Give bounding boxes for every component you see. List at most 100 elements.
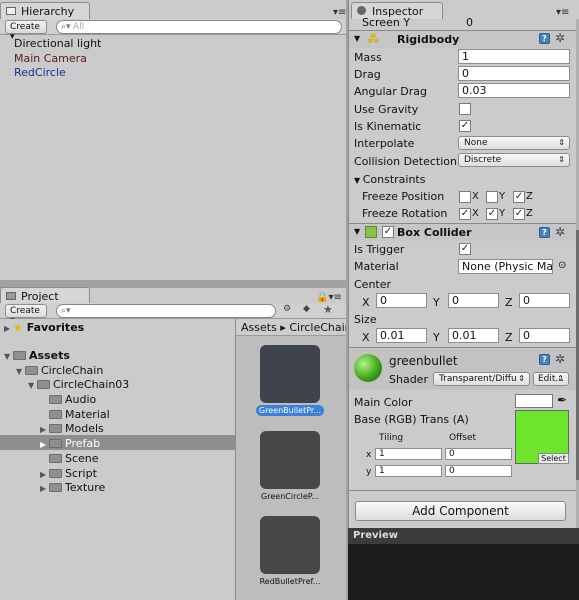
prefab-thumbnail-greencircle[interactable] [260, 431, 320, 489]
project-search-input[interactable]: ⌕▾ [56, 304, 276, 318]
gear-icon[interactable]: ✲ [555, 352, 565, 366]
interpolate-dropdown[interactable]: None [458, 136, 570, 150]
folder-icon [49, 469, 62, 478]
is-trigger-label: Is Trigger [354, 243, 405, 256]
lock-icon[interactable]: 🔒▾≡ [316, 292, 342, 303]
tree-item-circlechain[interactable]: ▼ CircleChain [16, 363, 103, 378]
size-x-field[interactable]: 0.01 [376, 328, 427, 343]
angular-drag-label: Angular Drag [354, 85, 427, 98]
filter-by-label-icon[interactable]: ◆ [303, 304, 317, 318]
center-y-field[interactable]: 0 [448, 293, 499, 308]
offset-x-field[interactable]: 0 [445, 448, 512, 460]
star-icon: ★ [13, 321, 23, 334]
box-collider-enabled-checkbox[interactable]: ✓ [382, 226, 394, 238]
tree-item-assets[interactable]: ▼ Assets [4, 348, 70, 363]
drag-field[interactable]: 0 [458, 66, 570, 81]
collision-detection-label: Collision Detection [354, 155, 458, 168]
foldout-arrow-icon[interactable]: ▼ [354, 34, 360, 43]
foldout-arrow-icon[interactable]: ▼ [354, 227, 360, 236]
freeze-position-y-checkbox[interactable] [486, 191, 498, 203]
texture-select-button[interactable]: Select [538, 453, 569, 464]
folder-icon [49, 395, 62, 404]
panel-menu-icon[interactable]: ▾≡ [556, 7, 569, 18]
hierarchy-item-main-camera[interactable]: Main Camera [14, 52, 87, 65]
tree-item-material[interactable]: Material [40, 407, 110, 422]
center-z-field[interactable]: 0 [519, 293, 570, 308]
screen-y-label: Screen Y [362, 16, 411, 29]
tree-item-favorites[interactable]: ▶ ★ Favorites [4, 320, 84, 335]
info-icon [357, 6, 366, 15]
is-kinematic-label: Is Kinematic [354, 120, 422, 133]
gear-icon[interactable]: ✲ [555, 225, 565, 239]
asset-label-greenbullet[interactable]: GreenBulletPr... [256, 405, 324, 416]
center-x-field[interactable]: 0 [376, 293, 427, 308]
freeze-rotation-y-checkbox[interactable]: ✓ [486, 208, 498, 220]
tree-item-audio[interactable]: Audio [40, 392, 96, 407]
freeze-position-x-checkbox[interactable] [459, 191, 471, 203]
folder-icon [49, 424, 62, 433]
help-icon[interactable]: ? [539, 354, 550, 365]
tiling-y-field[interactable]: 1 [375, 465, 442, 477]
panel-menu-icon[interactable]: ▾≡ [333, 7, 346, 18]
tiling-x-field[interactable]: 1 [375, 448, 442, 460]
tab-project[interactable]: Project [0, 287, 90, 304]
preview-area [348, 544, 579, 600]
is-kinematic-checkbox[interactable]: ✓ [459, 120, 471, 132]
offset-y-field[interactable]: 0 [445, 465, 512, 477]
help-icon[interactable]: ? [539, 33, 550, 44]
shader-label: Shader [389, 373, 428, 386]
size-y-field[interactable]: 0.01 [448, 328, 499, 343]
help-icon[interactable]: ? [539, 227, 550, 238]
add-component-button[interactable]: Add Component [355, 501, 566, 521]
folder-icon [49, 483, 62, 492]
tiling-label: Tiling [379, 433, 404, 443]
material-sphere-icon [354, 354, 382, 382]
is-trigger-checkbox[interactable]: ✓ [459, 243, 471, 255]
breadcrumb: Assets ▸ CircleChain [236, 319, 346, 336]
collision-detection-dropdown[interactable]: Discrete [458, 153, 570, 167]
hierarchy-item-directional-light[interactable]: Directional light [14, 37, 101, 50]
object-picker-icon[interactable]: ⊙ [558, 260, 566, 271]
tree-item-circlechain03[interactable]: ▼ CircleChain03 [28, 377, 129, 392]
freeze-rotation-label: Freeze Rotation [362, 207, 448, 220]
physic-material-field[interactable]: None (Physic Mate [458, 259, 553, 274]
project-create-button[interactable]: Create ▾ [5, 304, 47, 326]
eyedropper-icon[interactable]: ✒ [557, 393, 567, 407]
asset-label-greencircle[interactable]: GreenCircleP... [256, 492, 324, 501]
tab-hierarchy[interactable]: Hierarchy [0, 2, 90, 19]
tree-item-models[interactable]: ▶ Models [40, 421, 104, 436]
project-icon [6, 292, 16, 300]
breadcrumb-circlechain[interactable]: CircleChain [289, 321, 346, 334]
tree-item-scene[interactable]: Scene [40, 451, 99, 466]
hierarchy-create-button[interactable]: Create ▾ [5, 20, 47, 42]
constraints-foldout[interactable]: ▼ Constraints [354, 173, 425, 186]
hierarchy-item-redcircle[interactable]: RedCircle [14, 66, 66, 79]
preview-header[interactable]: Preview [348, 528, 579, 544]
tree-item-texture[interactable]: ▶ Texture [40, 480, 105, 495]
freeze-position-z-checkbox[interactable]: ✓ [513, 191, 525, 203]
tree-item-prefab[interactable]: ▶ Prefab [40, 436, 100, 451]
edit-shader-button[interactable]: Edit... [533, 372, 569, 386]
freeze-rotation-z-checkbox[interactable]: ✓ [513, 208, 525, 220]
tree-item-script[interactable]: ▶ Script [40, 466, 97, 481]
foldout-arrow-icon: ▼ [354, 176, 363, 185]
interpolate-label: Interpolate [354, 137, 415, 150]
base-texture-label: Base (RGB) Trans (A) [354, 413, 469, 426]
mass-label: Mass [354, 51, 382, 64]
gear-icon[interactable]: ✲ [555, 31, 565, 45]
use-gravity-checkbox[interactable] [459, 103, 471, 115]
size-z-field[interactable]: 0 [519, 328, 570, 343]
asset-label-redbullet[interactable]: RedBulletPref... [256, 577, 324, 586]
folder-icon [49, 454, 62, 463]
favorite-star-icon[interactable]: ★ [323, 303, 337, 317]
prefab-thumbnail-greenbullet[interactable] [260, 345, 320, 403]
hierarchy-search-input[interactable]: ⌕▾ All [56, 20, 342, 34]
shader-dropdown[interactable]: Transparent/Diffu [433, 372, 530, 386]
prefab-thumbnail-redbullet[interactable] [260, 516, 320, 574]
freeze-rotation-x-checkbox[interactable]: ✓ [459, 208, 471, 220]
mass-field[interactable]: 1 [458, 49, 570, 64]
filter-by-type-icon[interactable]: ⚙ [283, 304, 297, 318]
breadcrumb-assets[interactable]: Assets [241, 321, 277, 334]
main-color-swatch[interactable] [515, 394, 553, 408]
angular-drag-field[interactable]: 0.03 [458, 83, 570, 98]
